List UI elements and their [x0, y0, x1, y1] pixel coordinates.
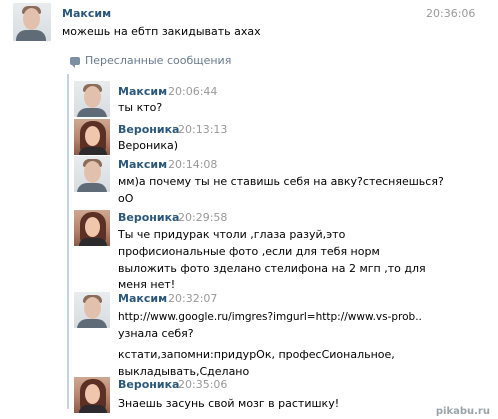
forwarded-text-line: меня нет! — [118, 278, 176, 291]
avatar-face — [85, 126, 100, 146]
avatar-shirt — [77, 108, 107, 117]
forwarded-text-line: ты кто? — [118, 101, 163, 114]
avatar-body — [79, 238, 107, 246]
forwarded-time: 20:13:13 — [178, 123, 228, 136]
forwarded-sender-name[interactable]: Вероника — [118, 123, 179, 136]
forwarded-time: 20:35:06 — [178, 378, 228, 391]
forwarded-sender-name[interactable]: Вероника — [118, 378, 179, 391]
avatar-maxim[interactable] — [74, 292, 110, 328]
forwarded-label: Пересланные сообщения — [70, 54, 232, 68]
message-text: можешь на ебтп закидывать ахах — [62, 25, 261, 38]
forwarded-sender-name[interactable]: Максим — [118, 85, 167, 98]
avatar-maxim[interactable] — [13, 3, 51, 41]
avatar-veronika[interactable] — [74, 377, 110, 413]
forwarded-text-line: профисиональные фото ,если для тебя норм — [118, 245, 380, 258]
avatar-shirt — [16, 30, 46, 41]
forwarded-link[interactable]: http://www.google.ru/imgres?imgurl=http:… — [118, 309, 422, 326]
forwarded-text-line: выложить фото зделано стелифона на 2 мгп… — [118, 262, 426, 275]
message-time[interactable]: 20:36:06 — [426, 7, 475, 20]
forwarded-time: 20:29:58 — [178, 211, 228, 224]
avatar-maxim[interactable] — [74, 156, 110, 192]
forwarded-text-line: мм)а почему ты не ставишь себя на авку?с… — [118, 175, 444, 188]
avatar-shirt — [77, 319, 107, 328]
avatar-shirt — [77, 183, 107, 192]
forwarded-text-line: Знаешь засунь свой мозг в растишку! — [118, 397, 340, 410]
avatar-face — [84, 161, 101, 183]
avatar-body — [79, 147, 107, 155]
avatar-body — [79, 405, 107, 413]
forwarded-text-line: оО — [118, 192, 134, 205]
forwarded-quote-bar — [67, 74, 69, 409]
forwarded-text-line: кстати,запомни:придурОк, професСионально… — [118, 348, 395, 361]
avatar-face — [85, 384, 100, 404]
forwarded-time: 20:06:44 — [168, 85, 218, 98]
forwarded-sender-name[interactable]: Максим — [118, 158, 167, 171]
forwarded-text-line: Ты че придурак чтоли ,глаза разуй,это — [118, 228, 346, 241]
forwarded-label-text: Пересланные сообщения — [85, 54, 232, 67]
avatar-face — [84, 297, 101, 319]
avatar-face — [23, 8, 40, 30]
forwarded-sender-name[interactable]: Вероника — [118, 211, 179, 224]
sender-name[interactable]: Максим — [62, 7, 111, 20]
watermark: pikabu.ru — [435, 406, 490, 417]
avatar-face — [85, 217, 100, 237]
forwarded-text-line: Вероника) — [118, 139, 179, 152]
forwarded-time: 20:14:08 — [168, 158, 218, 171]
avatar-veronika[interactable] — [74, 210, 110, 246]
avatar-maxim[interactable] — [74, 81, 110, 117]
forwarded-time: 20:32:07 — [168, 292, 218, 305]
forwarded-text-line: узнала себя? — [118, 327, 194, 340]
forwarded-sender-name[interactable]: Максим — [118, 292, 167, 305]
avatar-face — [84, 86, 101, 108]
avatar-veronika[interactable] — [74, 119, 110, 155]
speech-bubble-icon — [70, 56, 80, 68]
